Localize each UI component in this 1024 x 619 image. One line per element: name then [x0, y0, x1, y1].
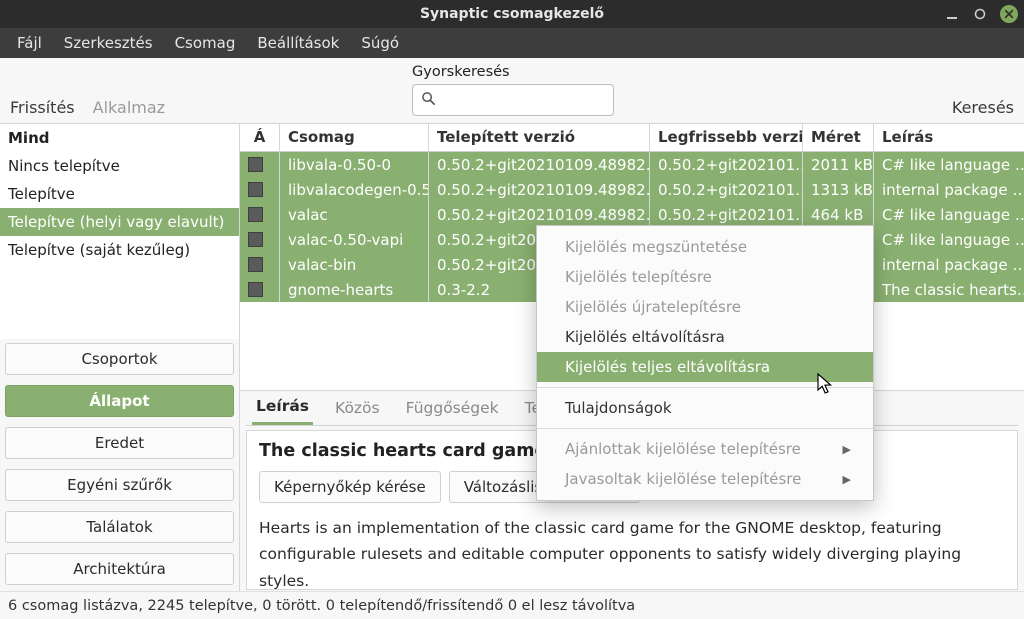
cell-desc: The classic hearts… [874, 277, 1024, 302]
cell-installed: 0.50.2+git20210109.48982… [429, 202, 650, 227]
cat-groups-button[interactable]: Csoportok [5, 343, 234, 375]
status-item[interactable]: Telepítve (helyi vagy elavult) [0, 208, 239, 236]
quicksearch-input[interactable] [412, 84, 614, 116]
cell-desc: internal package … [874, 177, 1024, 202]
status-bar-text: 6 csomag listázva, 2245 telepítve, 0 tör… [8, 598, 635, 614]
chevron-right-icon: ▶ [843, 443, 851, 456]
window-title: Synaptic csomagkezelő [420, 6, 604, 22]
toolbar-search-button[interactable]: Keresés [952, 98, 1014, 117]
cell-latest: 0.50.2+git202101… [650, 177, 803, 202]
col-status[interactable]: Á [240, 124, 280, 151]
menu-help[interactable]: Súgó [350, 30, 410, 56]
cell-package: gnome-hearts [280, 277, 429, 302]
cell-desc: C# like language … [874, 202, 1024, 227]
col-package[interactable]: Csomag [280, 124, 429, 151]
window-close-icon[interactable] [1000, 5, 1018, 23]
ctx-mark-recommended[interactable]: Ajánlottak kijelölése telepítésre ▶ [537, 434, 873, 464]
menu-settings[interactable]: Beállítások [246, 30, 350, 56]
cat-results-button[interactable]: Találatok [5, 511, 234, 543]
ctx-separator [537, 428, 873, 429]
ctx-mark-reinstall[interactable]: Kijelölés újratelepítésre [537, 292, 873, 322]
quicksearch: Gyorskeresés [412, 64, 614, 116]
table-row[interactable]: valac 0.50.2+git20210109.48982… 0.50.2+g… [240, 202, 1024, 227]
status-list: Mind Nincs telepítve Telepítve Telepítve… [0, 124, 239, 339]
cell-desc: C# like language … [874, 152, 1024, 177]
toolbar: Frissítés Alkalmaz Gyorskeresés Keresés [0, 58, 1024, 124]
cell-size: 1313 kB [803, 177, 874, 202]
status-bar: 6 csomag listázva, 2245 telepítve, 0 tör… [0, 591, 1024, 619]
titlebar: Synaptic csomagkezelő [0, 0, 1024, 28]
col-installed[interactable]: Telepített verzió [429, 124, 650, 151]
ctx-mark-remove[interactable]: Kijelölés eltávolításra [537, 322, 873, 352]
cell-size: 2011 kB [803, 152, 874, 177]
search-icon [421, 91, 436, 110]
row-status-icon[interactable] [248, 257, 263, 272]
menu-edit[interactable]: Szerkesztés [53, 30, 164, 56]
status-item[interactable]: Nincs telepítve [0, 152, 239, 180]
cell-desc: internal package … [874, 252, 1024, 277]
menubar: Fájl Szerkesztés Csomag Beállítások Súgó [0, 28, 1024, 58]
row-status-icon[interactable] [248, 182, 263, 197]
status-item[interactable]: Telepítve (saját kezűleg) [0, 236, 239, 264]
ctx-mark-purge[interactable]: Kijelölés teljes eltávolításra [537, 352, 873, 382]
cell-latest: 0.50.2+git202101… [650, 202, 803, 227]
table-row[interactable]: libvala-0.50-0 0.50.2+git20210109.48982…… [240, 152, 1024, 177]
cell-package: valac-0.50-vapi [280, 227, 429, 252]
left-column: Mind Nincs telepítve Telepítve Telepítve… [0, 124, 240, 591]
row-status-icon[interactable] [248, 207, 263, 222]
ctx-mark-suggested[interactable]: Javasoltak kijelölése telepítésre ▶ [537, 464, 873, 494]
col-latest[interactable]: Legfrissebb verzió [650, 124, 803, 151]
detail-text: Hearts is an implementation of the class… [259, 515, 1005, 590]
cell-package: libvalacodegen-0.5… [280, 177, 429, 202]
cat-status-button[interactable]: Állapot [5, 385, 234, 417]
cat-origin-button[interactable]: Eredet [5, 427, 234, 459]
cat-filters-button[interactable]: Egyéni szűrők [5, 469, 234, 501]
toolbar-refresh-button[interactable]: Frissítés [10, 98, 75, 117]
status-item[interactable]: Mind [0, 124, 239, 152]
tab-common[interactable]: Közös [331, 393, 384, 424]
screenshot-button[interactable]: Képernyőkép kérése [259, 471, 441, 503]
category-buttons: Csoportok Állapot Eredet Egyéni szűrők T… [0, 339, 239, 591]
col-size[interactable]: Méret [803, 124, 874, 151]
cell-desc: C# like language … [874, 227, 1024, 252]
toolbar-apply-button[interactable]: Alkalmaz [93, 98, 165, 117]
table-row[interactable]: libvalacodegen-0.5… 0.50.2+git20210109.4… [240, 177, 1024, 202]
ctx-separator [537, 387, 873, 388]
quicksearch-label: Gyorskeresés [412, 64, 614, 80]
application-window: Synaptic csomagkezelő Fájl Szerkesztés C… [0, 0, 1024, 619]
context-menu: Kijelölés megszüntetése Kijelölés telepí… [536, 225, 874, 501]
cell-package: libvala-0.50-0 [280, 152, 429, 177]
menu-file[interactable]: Fájl [6, 30, 53, 56]
status-item[interactable]: Telepítve [0, 180, 239, 208]
ctx-properties[interactable]: Tulajdonságok [537, 393, 873, 423]
cell-package: valac [280, 202, 429, 227]
tab-dependencies[interactable]: Függőségek [402, 393, 503, 424]
cell-size: 464 kB [803, 202, 874, 227]
col-desc[interactable]: Leírás [874, 124, 1024, 151]
ctx-mark-install[interactable]: Kijelölés telepítésre [537, 262, 873, 292]
row-status-icon[interactable] [248, 157, 263, 172]
window-minimize-icon[interactable] [944, 6, 960, 22]
cell-installed: 0.50.2+git20210109.48982… [429, 152, 650, 177]
window-maximize-icon[interactable] [972, 6, 988, 22]
cell-package: valac-bin [280, 252, 429, 277]
tab-description[interactable]: Leírás [252, 391, 313, 425]
table-header: Á Csomag Telepített verzió Legfrissebb v… [240, 124, 1024, 152]
ctx-unmark[interactable]: Kijelölés megszüntetése [537, 232, 873, 262]
menu-package[interactable]: Csomag [164, 30, 247, 56]
cell-latest: 0.50.2+git202101… [650, 152, 803, 177]
row-status-icon[interactable] [248, 282, 263, 297]
chevron-right-icon: ▶ [843, 473, 851, 486]
row-status-icon[interactable] [248, 232, 263, 247]
cell-installed: 0.50.2+git20210109.48982… [429, 177, 650, 202]
cat-architecture-button[interactable]: Architektúra [5, 553, 234, 585]
